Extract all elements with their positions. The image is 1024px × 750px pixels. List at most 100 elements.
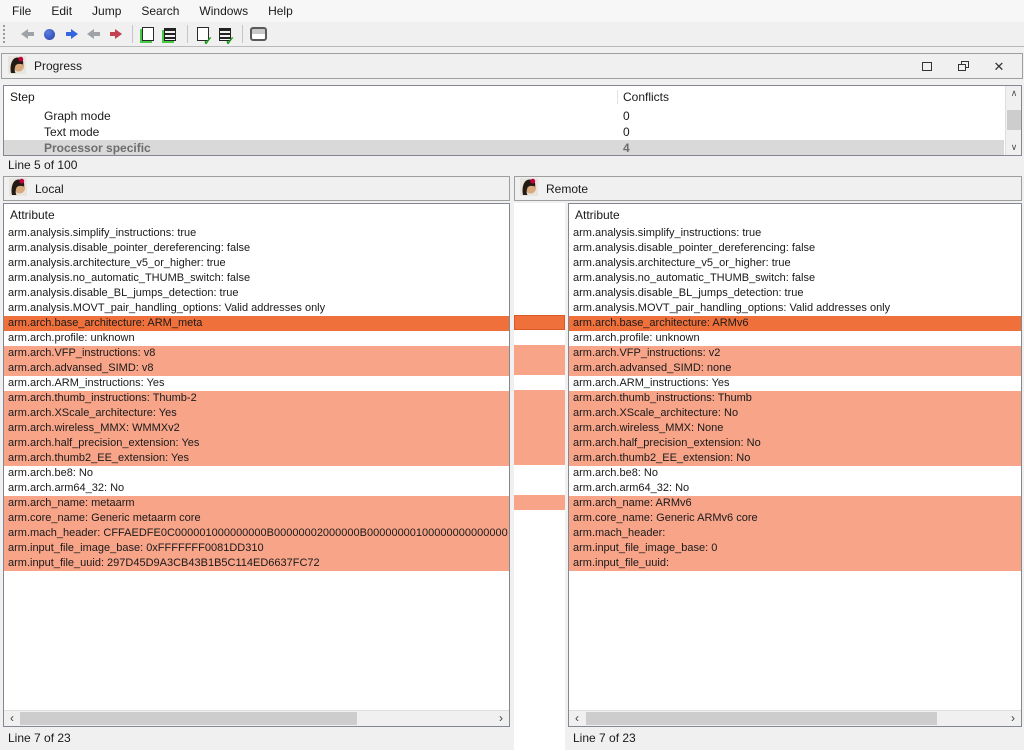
restore-button[interactable] [952,57,974,75]
scrollbar-thumb[interactable] [586,712,937,725]
attribute-row[interactable]: arm.core_name: Generic ARMv6 core [569,511,1021,526]
attribute-row[interactable]: arm.arch.thumb_instructions: Thumb [569,391,1021,406]
nav-forward-icon[interactable] [61,24,81,44]
column-header-conflicts[interactable]: Conflicts [617,90,669,104]
attribute-row[interactable]: arm.analysis.simplify_instructions: true [4,226,509,241]
attribute-row[interactable]: arm.analysis.no_automatic_THUMB_switch: … [4,271,509,286]
column-header-attribute-local[interactable]: Attribute [10,208,55,222]
nav-back-icon[interactable] [17,24,37,44]
attribute-row[interactable]: arm.arch.advansed_SIMD: none [569,361,1021,376]
attribute-row[interactable]: arm.arch.ARM_instructions: Yes [569,376,1021,391]
local-attribute-list: Attribute arm.analysis.simplify_instruct… [3,203,510,727]
attribute-row[interactable]: arm.arch.base_architecture: ARM_meta [4,316,509,331]
attribute-row[interactable]: arm.arch.arm64_32: No [569,481,1021,496]
progress-vertical-scrollbar[interactable]: ∧ ∨ [1005,86,1021,155]
attribute-row[interactable]: arm.analysis.architecture_v5_or_higher: … [4,256,509,271]
remote-attribute-list: Attribute arm.analysis.simplify_instruct… [568,203,1022,727]
attribute-row[interactable]: arm.analysis.architecture_v5_or_higher: … [569,256,1021,271]
attribute-row[interactable]: arm.arch.profile: unknown [4,331,509,346]
scroll-left-icon[interactable]: ‹ [4,711,20,726]
next-item-icon[interactable] [105,24,125,44]
scrollbar-thumb[interactable] [20,712,357,725]
menu-item-file[interactable]: File [2,1,41,21]
attribute-row[interactable]: arm.arch.wireless_MMX: WMMXv2 [4,421,509,436]
progress-table-row[interactable]: Text mode0 [4,124,1004,140]
ida-lady-icon [9,178,27,199]
attribute-row[interactable]: arm.arch.wireless_MMX: None [569,421,1021,436]
attribute-row[interactable]: arm.analysis.disable_pointer_dereferenci… [569,241,1021,256]
progress-window-titlebar[interactable]: Progress ✕ [1,53,1023,79]
attribute-row[interactable]: arm.arch.XScale_architecture: No [569,406,1021,421]
attribute-row[interactable]: arm.input_file_uuid: 297D45D9A3CB43B1B5C… [4,556,509,571]
local-horizontal-scrollbar[interactable]: ‹ › [4,710,509,726]
ida-lady-icon [8,56,26,77]
attribute-row[interactable]: arm.arch.be8: No [569,466,1021,481]
column-header-step[interactable]: Step [10,90,35,104]
scroll-right-icon[interactable]: › [1005,711,1021,726]
attribute-row[interactable]: arm.mach_header: CFFAEDFE0C0000010000000… [4,526,509,541]
attribute-row[interactable]: arm.arch.half_precision_extension: Yes [4,436,509,451]
attribute-row[interactable]: arm.input_file_uuid: [569,556,1021,571]
attribute-row[interactable]: arm.arch_name: ARMv6 [569,496,1021,511]
local-status-line: Line 7 of 23 [8,731,71,745]
scroll-up-icon[interactable]: ∧ [1006,86,1022,101]
diff-gutter-block [514,495,565,510]
toolbar: ✓✓ [0,22,1024,47]
remote-pane-title: Remote [546,182,588,196]
attribute-row[interactable]: arm.arch.advansed_SIMD: v8 [4,361,509,376]
attribute-row[interactable]: arm.arch.arm64_32: No [4,481,509,496]
attribute-row[interactable]: arm.arch.VFP_instructions: v8 [4,346,509,361]
progress-table-row[interactable]: Graph mode0 [4,108,1004,124]
local-pane-titlebar[interactable]: Local [3,176,510,201]
attribute-row[interactable]: arm.analysis.disable_BL_jumps_detection:… [569,286,1021,301]
column-header-attribute-remote[interactable]: Attribute [575,208,620,222]
remote-horizontal-scrollbar[interactable]: ‹ › [569,710,1021,726]
progress-table-row[interactable]: Processor specific4 [4,140,1004,156]
close-button[interactable]: ✕ [988,57,1010,75]
attribute-row[interactable]: arm.analysis.simplify_instructions: true [569,226,1021,241]
diff-gutter [514,203,565,750]
attribute-row[interactable]: arm.mach_header: [569,526,1021,541]
menu-item-windows[interactable]: Windows [189,1,258,21]
validate-segments-icon[interactable]: ✓ [215,24,235,44]
attribute-row[interactable]: arm.arch.thumb2_EE_extension: Yes [4,451,509,466]
attribute-row[interactable]: arm.analysis.no_automatic_THUMB_switch: … [569,271,1021,286]
attribute-row[interactable]: arm.arch.profile: unknown [569,331,1021,346]
open-view-icon[interactable] [138,24,158,44]
menu-item-help[interactable]: Help [258,1,303,21]
scroll-right-icon[interactable]: › [493,711,509,726]
attribute-row[interactable]: arm.input_file_image_base: 0xFFFFFFF0081… [4,541,509,556]
attribute-row[interactable]: arm.arch.base_architecture: ARMv6 [569,316,1021,331]
attribute-row[interactable]: arm.analysis.disable_BL_jumps_detection:… [4,286,509,301]
attribute-row[interactable]: arm.analysis.MOVT_pair_handling_options:… [4,301,509,316]
toolbar-drag-handle[interactable] [3,25,9,43]
attribute-row[interactable]: arm.arch.XScale_architecture: Yes [4,406,509,421]
remote-pane-titlebar[interactable]: Remote [514,176,1022,201]
menu-item-search[interactable]: Search [131,1,189,21]
attribute-row[interactable]: arm.arch.thumb_instructions: Thumb-2 [4,391,509,406]
attribute-row[interactable]: arm.core_name: Generic metaarm core [4,511,509,526]
validate-view-icon[interactable]: ✓ [193,24,213,44]
maximize-button[interactable] [916,57,938,75]
open-segments-icon[interactable] [160,24,180,44]
attribute-row[interactable]: arm.arch.be8: No [4,466,509,481]
scrollbar-thumb[interactable] [1007,110,1021,130]
attribute-row[interactable]: arm.arch.thumb2_EE_extension: No [569,451,1021,466]
scroll-down-icon[interactable]: ∨ [1006,140,1022,155]
attribute-row[interactable]: arm.arch.ARM_instructions: Yes [4,376,509,391]
prev-item-icon[interactable] [83,24,103,44]
local-pane-title: Local [35,182,64,196]
attribute-row[interactable]: arm.arch.VFP_instructions: v2 [569,346,1021,361]
console-icon[interactable] [248,24,268,44]
attribute-row[interactable]: arm.arch.half_precision_extension: No [569,436,1021,451]
scroll-left-icon[interactable]: ‹ [569,711,585,726]
attribute-row[interactable]: arm.arch_name: metaarm [4,496,509,511]
attribute-row[interactable]: arm.input_file_image_base: 0 [569,541,1021,556]
menu-item-edit[interactable]: Edit [41,1,82,21]
menu-item-jump[interactable]: Jump [82,1,131,21]
attribute-row[interactable]: arm.analysis.disable_pointer_dereferenci… [4,241,509,256]
attribute-row[interactable]: arm.analysis.MOVT_pair_handling_options:… [569,301,1021,316]
progress-steps-table: Step Conflicts Graph mode0Text mode0Proc… [3,85,1022,156]
current-position-icon[interactable] [39,24,59,44]
application-window: FileEditJumpSearchWindowsHelp ✓✓ Progres… [0,0,1024,750]
